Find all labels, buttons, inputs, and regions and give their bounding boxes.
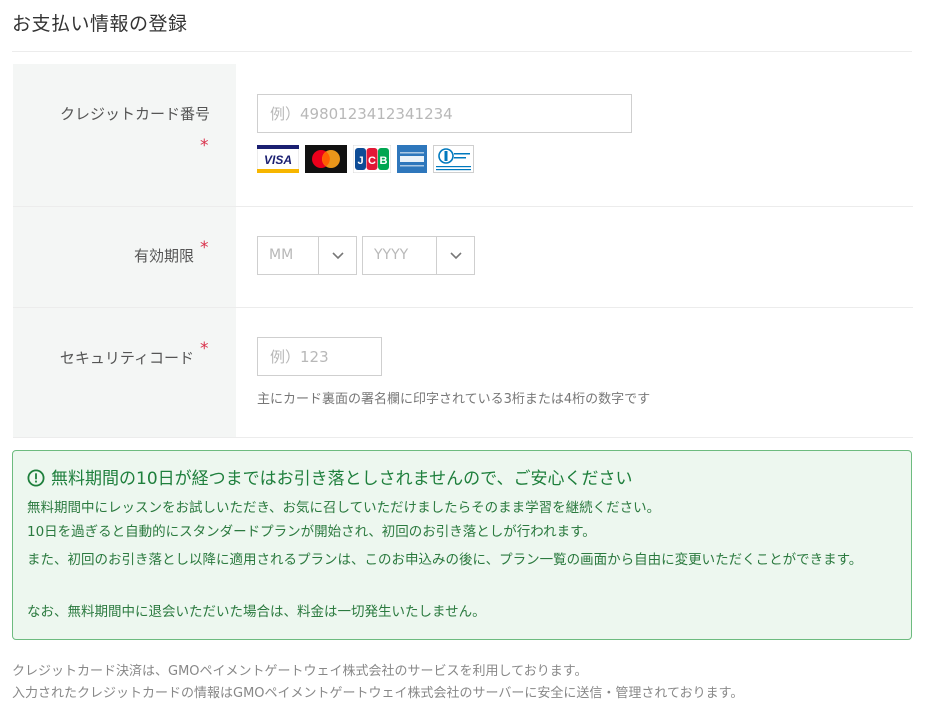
- notice-line: なお、無料期間中に退会いただいた場合は、料金は一切発生いたしません。: [27, 604, 486, 620]
- notice-line: 10日を過ぎると自動的にスタンダードプランが開始され、初回のお引き落としが行われ…: [27, 524, 596, 540]
- expiry-required-mark: *: [200, 238, 209, 258]
- card-number-label: クレジットカード番号: [59, 105, 210, 123]
- svg-text:C: C: [368, 155, 376, 167]
- expiry-month-select[interactable]: MM: [257, 236, 357, 275]
- row-divider: [13, 437, 913, 438]
- diners-club-logo: [433, 145, 474, 173]
- svg-text:B: B: [380, 155, 388, 167]
- notice-heading: 無料期間の10日が経つまではお引き落としされませんので、ご安心ください: [27, 464, 632, 489]
- security-code-label: セキュリティコード: [59, 349, 194, 367]
- page-title: お支払い情報の登録: [12, 13, 188, 35]
- card-number-input[interactable]: [257, 94, 632, 133]
- svg-text:J: J: [357, 155, 363, 167]
- chevron-down-icon: [450, 252, 462, 260]
- free-period-notice: 無料期間の10日が経つまではお引き落としされませんので、ご安心ください 無料期間…: [12, 450, 912, 640]
- security-code-hint: 主にカード裏面の署名欄に印字されている3桁または4桁の数字です: [257, 392, 651, 407]
- svg-text:VISA: VISA: [264, 153, 292, 167]
- notice-line: 無料期間中にレッスンをお試しいただき、お気に召していただけましたらそのまま学習を…: [27, 500, 661, 516]
- card-number-required-mark: *: [200, 136, 209, 156]
- expiry-year-select[interactable]: YYYY: [362, 236, 475, 275]
- notice-line: また、初回のお引き落とし以降に適用されるプランは、このお申込みの後に、プラン一覧…: [27, 552, 863, 568]
- notice-heading-text: 無料期間の10日が経つまではお引き落としされませんので、ご安心ください: [51, 469, 633, 489]
- amex-logo: [397, 145, 427, 173]
- row-divider: [13, 307, 913, 308]
- footer-line-1: クレジットカード決済は、GMOペイメントゲートウェイ株式会社のサービスを利用して…: [12, 664, 588, 679]
- row-divider: [13, 206, 913, 207]
- expiry-month-placeholder: MM: [269, 247, 294, 263]
- visa-logo: VISA: [257, 145, 299, 173]
- chevron-down-icon: [332, 252, 344, 260]
- expiry-year-placeholder: YYYY: [374, 247, 409, 263]
- alert-circle-icon: [27, 469, 45, 487]
- jcb-logo: J C B: [353, 145, 391, 173]
- title-divider: [12, 51, 912, 52]
- footer-line-2: 入力されたクレジットカードの情報はGMOペイメントゲートウェイ株式会社のサーバー…: [12, 686, 744, 701]
- security-code-required-mark: *: [200, 339, 209, 359]
- security-code-input[interactable]: [257, 337, 382, 376]
- expiry-label: 有効期限: [133, 247, 194, 265]
- mastercard-logo: [305, 145, 347, 173]
